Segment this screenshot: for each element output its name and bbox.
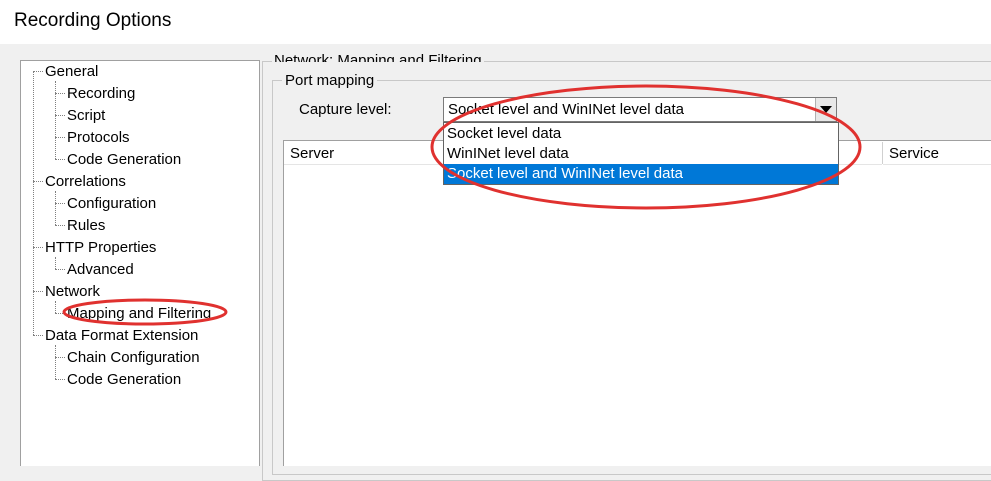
tree-item-correlations[interactable]: Correlations <box>45 173 126 191</box>
column-header-server-label: Server <box>290 145 335 162</box>
tree-item-general[interactable]: General <box>45 63 98 81</box>
tree-connector <box>55 313 65 314</box>
tree-connector <box>55 301 56 313</box>
tree-item-configuration[interactable]: Configuration <box>67 195 156 213</box>
capture-level-label: Capture level: <box>299 101 392 118</box>
tree-connector <box>55 191 56 225</box>
column-header-service-label: Service <box>889 145 940 162</box>
tree-item-mapping-and-filtering[interactable]: Mapping and Filtering <box>67 305 211 323</box>
tree-connector <box>33 71 43 72</box>
tree-connector <box>55 203 65 204</box>
port-mapping-table[interactable]: Server Service <box>283 140 991 466</box>
tree-connector <box>55 345 56 379</box>
capture-level-select[interactable]: Socket level and WinINet level data <box>443 97 837 122</box>
port-mapping-title: Port mapping <box>282 72 378 90</box>
tree-connector <box>33 181 43 182</box>
tree-item-recording[interactable]: Recording <box>67 85 135 103</box>
tree-item-code-generation-2[interactable]: Code Generation <box>67 371 181 389</box>
title-bar: Recording Options <box>0 0 991 44</box>
capture-level-dropdown[interactable]: Socket level data WinINet level data Soc… <box>443 122 839 185</box>
tree-connector <box>33 247 43 248</box>
chevron-down-icon <box>820 106 832 113</box>
dropdown-button[interactable] <box>815 98 836 121</box>
tree-item-code-generation[interactable]: Code Generation <box>67 151 181 169</box>
window-title: Recording Options <box>14 10 172 31</box>
tree-connector <box>55 93 65 94</box>
tree-item-protocols[interactable]: Protocols <box>67 129 130 147</box>
tree-connector <box>55 357 65 358</box>
tree-connector <box>55 379 65 380</box>
capture-level-option-wininet[interactable]: WinINet level data <box>444 144 838 164</box>
tree-item-http-properties[interactable]: HTTP Properties <box>45 239 156 257</box>
tree-connector <box>33 291 43 292</box>
tree-item-data-format-extension[interactable]: Data Format Extension <box>45 327 198 345</box>
tree-item-script[interactable]: Script <box>67 107 105 125</box>
tree-item-network[interactable]: Network <box>45 283 100 301</box>
tree-connector <box>33 335 43 336</box>
capture-level-option-socket[interactable]: Socket level data <box>444 124 838 144</box>
capture-level-option-socket-and-wininet[interactable]: Socket level and WinINet level data <box>444 164 838 184</box>
tree-item-advanced[interactable]: Advanced <box>67 261 134 279</box>
section-title: Network: Mapping and Filtering <box>272 52 484 62</box>
tree-item-rules[interactable]: Rules <box>67 217 105 235</box>
tree-connector <box>55 269 65 270</box>
tree-connector <box>55 137 65 138</box>
tree-connector <box>55 115 65 116</box>
tree-connector <box>33 71 34 335</box>
tree-connector <box>55 159 65 160</box>
tree-item-chain-configuration[interactable]: Chain Configuration <box>67 349 200 367</box>
tree-connector <box>55 225 65 226</box>
tree-connector <box>55 257 56 269</box>
column-header-service[interactable]: Service <box>883 141 991 165</box>
options-tree[interactable]: General Recording Script Protocols Code … <box>20 60 260 466</box>
capture-level-value: Socket level and WinINet level data <box>448 101 684 118</box>
